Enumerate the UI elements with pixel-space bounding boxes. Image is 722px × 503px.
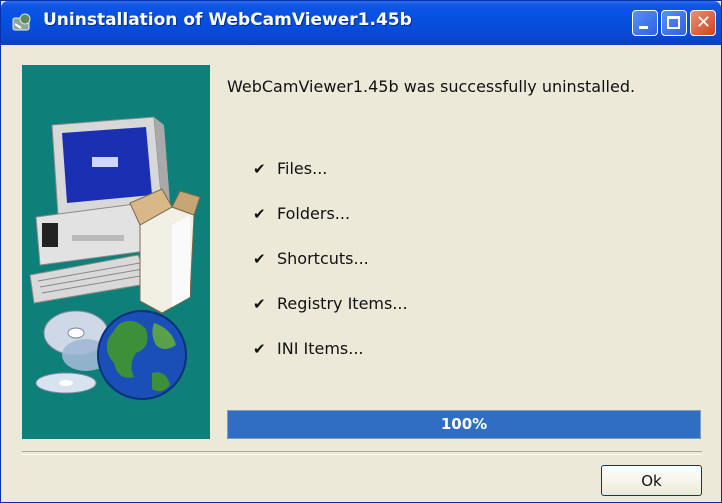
check-label: Folders... xyxy=(277,204,351,223)
window-title: Uninstallation of WebCamViewer1.45b xyxy=(43,10,412,30)
divider xyxy=(22,451,702,455)
list-item: ✔ INI Items... xyxy=(253,339,364,361)
uninstall-dialog: Uninstallation of WebCamViewer1.45b ✕ We… xyxy=(0,0,722,503)
check-label: Shortcuts... xyxy=(277,249,369,268)
side-illustration-panel xyxy=(22,65,210,439)
success-message: WebCamViewer1.45b was successfully unins… xyxy=(227,77,636,96)
checkmark-icon: ✔ xyxy=(253,160,266,178)
checkmark-icon: ✔ xyxy=(253,205,266,223)
list-item: ✔ Folders... xyxy=(253,204,350,226)
close-icon: ✕ xyxy=(695,12,712,33)
list-item: ✔ Registry Items... xyxy=(253,294,408,316)
minimize-button[interactable] xyxy=(632,10,658,36)
check-label: INI Items... xyxy=(277,339,364,358)
check-label: Files... xyxy=(277,159,328,178)
list-item: ✔ Shortcuts... xyxy=(253,249,369,271)
maximize-button[interactable] xyxy=(661,10,687,36)
checkmark-icon: ✔ xyxy=(253,340,266,358)
maximize-icon xyxy=(667,16,680,29)
title-bar[interactable]: Uninstallation of WebCamViewer1.45b ✕ xyxy=(1,1,721,45)
check-label: Registry Items... xyxy=(277,294,408,313)
minimize-icon xyxy=(639,26,648,29)
checkmark-icon: ✔ xyxy=(253,250,266,268)
checkmark-icon: ✔ xyxy=(253,295,266,313)
computer-cd-globe-illustration xyxy=(29,116,201,400)
close-button[interactable]: ✕ xyxy=(690,10,716,36)
progress-bar: 100% xyxy=(227,410,701,439)
progress-label: 100% xyxy=(440,415,488,433)
ok-button[interactable]: Ok xyxy=(601,465,702,496)
list-item: ✔ Files... xyxy=(253,159,327,181)
installer-icon xyxy=(12,13,31,31)
